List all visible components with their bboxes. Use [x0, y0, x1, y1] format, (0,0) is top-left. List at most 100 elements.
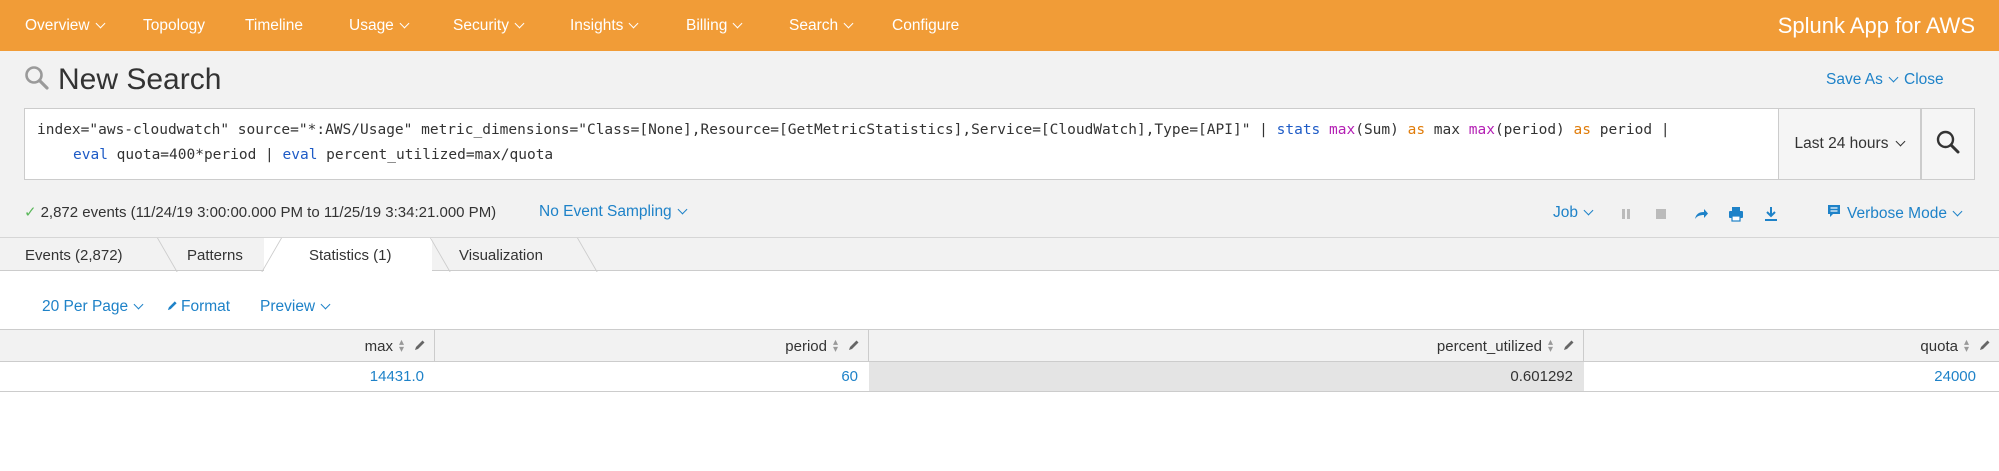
table-cell[interactable]: 24000: [1584, 362, 1999, 391]
results-tabs: Events (2,872) Patterns Statistics (1) V…: [0, 237, 1999, 273]
format-label: Format: [181, 298, 231, 315]
share-icon[interactable]: [1693, 206, 1709, 222]
table-cell[interactable]: 14431.0: [0, 362, 432, 391]
close-label: Close: [1904, 71, 1944, 88]
sort-icon: ▴ ▾: [1547, 337, 1553, 355]
chevron-down-icon: [514, 18, 525, 28]
tab-divider: [577, 238, 598, 272]
magnifier-icon: [24, 65, 50, 95]
query-text: max: [1425, 122, 1469, 138]
column-header-quota[interactable]: quota ▴ ▾: [1584, 330, 1999, 362]
job-menu[interactable]: Job: [1553, 204, 1594, 222]
nav-configure[interactable]: Configure: [892, 0, 959, 51]
chevron-down-icon: [320, 299, 331, 310]
nav-insights-label: Insights: [570, 16, 624, 34]
search-icon: [1935, 129, 1961, 159]
sampling-label: No Event Sampling: [539, 203, 672, 220]
nav-security-label: Security: [453, 16, 509, 34]
tab-divider: [430, 238, 451, 272]
chevron-down-icon: [1952, 206, 1963, 216]
search-header: New Search Save As Close index="aws-clou…: [0, 51, 1999, 237]
search-mode-label: Verbose Mode: [1847, 204, 1947, 222]
tab-events-label: Events (2,872): [25, 246, 123, 264]
tab-statistics-label: Statistics (1): [309, 247, 392, 264]
search-button[interactable]: [1921, 108, 1975, 180]
query-text: index="aws-cloudwatch" source="*:AWS/Usa…: [37, 122, 1277, 138]
nav-overview-label: Overview: [25, 16, 90, 34]
nav-topology-label: Topology: [143, 16, 206, 34]
event-sampling-dropdown[interactable]: No Event Sampling: [539, 203, 688, 221]
column-label: max: [364, 337, 393, 355]
app-title[interactable]: Splunk App for AWS: [1778, 0, 1975, 51]
sort-icon: ▴ ▾: [398, 337, 404, 355]
nav-overview[interactable]: Overview: [25, 0, 106, 51]
query-keyword: as: [1407, 122, 1426, 138]
pencil-icon[interactable]: [414, 338, 426, 355]
stop-icon[interactable]: [1653, 206, 1669, 222]
pencil-icon[interactable]: [1979, 338, 1991, 355]
cell-value: 14431.0: [369, 368, 424, 385]
preview-dropdown[interactable]: Preview: [260, 298, 331, 316]
download-icon[interactable]: [1763, 206, 1779, 222]
event-count: 2,872 events (11/24/19 3:00:00.000 PM to…: [40, 203, 497, 221]
per-page-dropdown[interactable]: 20 Per Page: [42, 298, 144, 316]
chevron-down-icon: [843, 18, 854, 28]
job-label: Job: [1553, 204, 1578, 221]
pencil-icon[interactable]: [1563, 338, 1575, 355]
pause-icon[interactable]: [1618, 206, 1634, 222]
chevron-down-icon: [628, 18, 639, 28]
table-row: 14431.0 60 0.601292 24000: [0, 362, 1999, 392]
column-header-max[interactable]: max ▴ ▾: [0, 330, 435, 362]
query-keyword: as: [1573, 122, 1591, 138]
pencil-icon[interactable]: [848, 338, 860, 355]
search-query-line-2: eval quota=400*period | eval percent_uti…: [37, 143, 1778, 168]
tab-events[interactable]: Events (2,872): [25, 238, 123, 272]
query-text: (period): [1494, 122, 1574, 138]
tab-patterns-label: Patterns: [187, 246, 243, 264]
nav-security[interactable]: Security: [453, 0, 525, 51]
chevron-down-icon: [677, 204, 688, 215]
query-text: percent_utilized=max/quota: [317, 147, 554, 163]
tab-visualization-label: Visualization: [459, 246, 543, 264]
column-header-percent-utilized[interactable]: percent_utilized ▴ ▾: [869, 330, 1584, 362]
comment-icon: [1827, 204, 1841, 223]
nav-timeline-label: Timeline: [245, 16, 303, 34]
time-range-picker[interactable]: Last 24 hours: [1778, 108, 1921, 180]
search-mode-dropdown[interactable]: Verbose Mode: [1827, 204, 1963, 223]
query-text: quota=400*period |: [107, 147, 283, 163]
query-function: max: [1468, 122, 1495, 138]
chevron-down-icon: [732, 18, 743, 28]
query-function: max: [1329, 122, 1356, 138]
time-range-label: Last 24 hours: [1794, 135, 1889, 152]
search-query-input[interactable]: index="aws-cloudwatch" source="*:AWS/Usa…: [24, 108, 1778, 180]
close-button[interactable]: Close: [1904, 71, 1944, 89]
column-label: quota: [1920, 337, 1958, 355]
nav-search[interactable]: Search: [789, 0, 854, 51]
cell-value: 24000: [1934, 368, 1976, 385]
tab-visualization[interactable]: Visualization: [459, 238, 543, 272]
table-cell[interactable]: 60: [435, 362, 866, 391]
query-text: (Sum): [1355, 122, 1408, 138]
table-header: max ▴ ▾ period ▴ ▾ percent_utilized ▴ ▾ quo…: [0, 329, 1999, 362]
nav-configure-label: Configure: [892, 16, 960, 34]
page-title-row: New Search: [24, 63, 221, 97]
save-as-button[interactable]: Save As: [1826, 71, 1899, 89]
query-command: stats: [1276, 122, 1321, 138]
tab-statistics[interactable]: Statistics (1): [264, 238, 432, 273]
print-icon[interactable]: [1728, 206, 1744, 222]
nav-timeline[interactable]: Timeline: [245, 0, 303, 51]
column-label: percent_utilized: [1436, 337, 1542, 355]
query-command: eval: [73, 147, 108, 163]
chevron-down-icon: [399, 18, 410, 28]
nav-topology[interactable]: Topology: [143, 0, 205, 51]
nav-billing[interactable]: Billing: [686, 0, 743, 51]
format-button[interactable]: Format: [167, 298, 230, 316]
save-as-label: Save As: [1826, 71, 1883, 88]
tab-divider: [157, 238, 178, 272]
table-cell[interactable]: 0.601292: [869, 362, 1584, 391]
tab-patterns[interactable]: Patterns: [187, 238, 243, 272]
chevron-down-icon: [1583, 205, 1594, 216]
nav-usage[interactable]: Usage: [349, 0, 410, 51]
column-header-period[interactable]: period ▴ ▾: [435, 330, 869, 362]
nav-insights[interactable]: Insights: [570, 0, 639, 51]
